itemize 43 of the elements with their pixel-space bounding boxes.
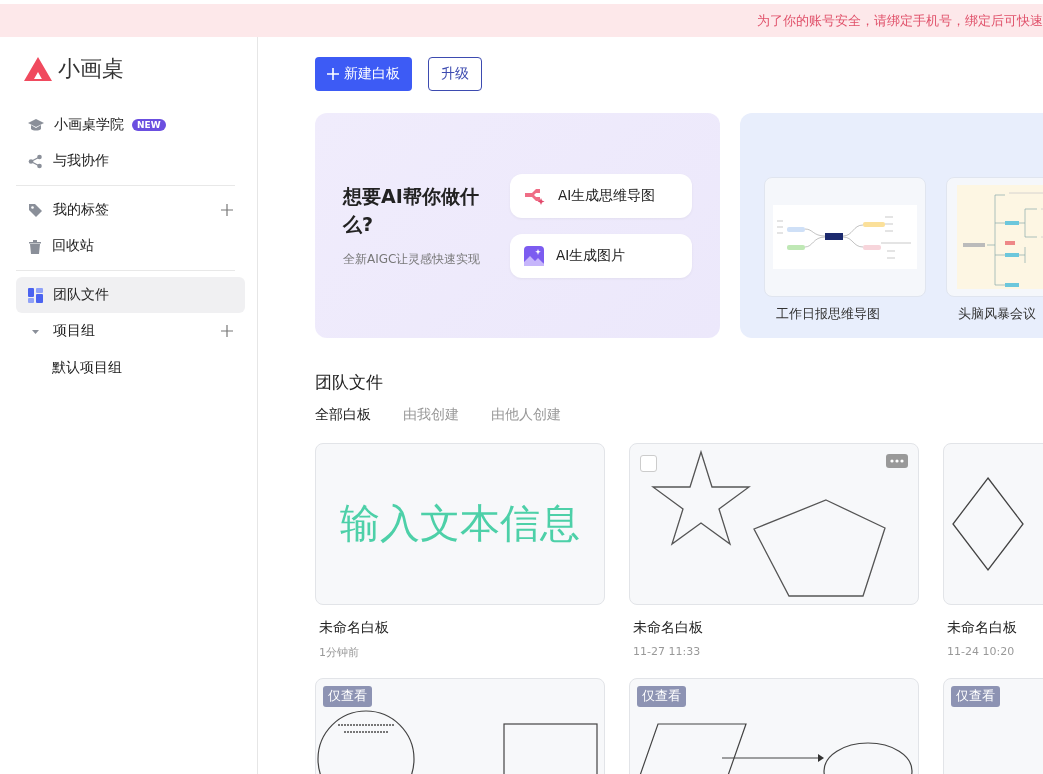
plus-icon (327, 68, 339, 80)
graduation-cap-icon (28, 118, 44, 132)
select-checkbox[interactable] (640, 455, 657, 472)
sidebar-item[interactable]: 默认项目组 (16, 349, 245, 387)
template-label: 头脑风暴会议 (957, 305, 1036, 323)
view-only-badge: 仅查看 (637, 686, 686, 707)
section-title: 团队文件 (315, 371, 384, 394)
board-title: 未命名白板 (319, 619, 390, 637)
image-sparkle-icon (524, 245, 544, 266)
plus-icon[interactable] (221, 325, 233, 337)
ai-card-title: 想要AI帮你做什么? (343, 184, 480, 237)
more-icon[interactable] (886, 454, 908, 468)
sidebar-item[interactable]: 项目组 (16, 313, 245, 349)
sidebar-item[interactable]: 团队文件 (16, 277, 245, 313)
share-icon (28, 153, 43, 169)
board-time: 11-24 10:20 (947, 645, 1016, 658)
view-only-badge: 仅查看 (323, 686, 372, 707)
sidebar-item[interactable]: 小画桌学院 NEW (16, 107, 245, 143)
upgrade-button[interactable]: 升级 (428, 57, 482, 91)
new-badge: NEW (132, 119, 166, 131)
sidebar-item[interactable]: 与我协作 (16, 143, 245, 179)
board-thumbnail[interactable] (629, 443, 919, 605)
template-label: 工作日报思维导图 (775, 305, 880, 323)
logo-icon (24, 57, 52, 81)
sidebar-item[interactable]: 回收站 (16, 228, 245, 264)
plus-icon[interactable] (221, 204, 233, 216)
board-time: 1分钟前 (319, 645, 360, 660)
board-title: 未命名白板 (947, 619, 1018, 637)
preview-text: 输入文本信息 (339, 499, 581, 548)
filter-tab[interactable]: 全部白板 (315, 406, 371, 424)
board-title: 未命名白板 (633, 619, 704, 637)
view-only-badge: 仅查看 (951, 686, 1000, 707)
app-name: 小画桌 (58, 55, 124, 83)
sidebar-item[interactable]: 我的标签 (16, 192, 245, 228)
ai-action-button[interactable]: AI生成图片 (510, 233, 692, 278)
ai-action-button[interactable]: AI生成思维导图 (510, 173, 692, 218)
ai-card-subtitle: 全新AIGC让灵感快速实现 (343, 250, 482, 268)
grid-icon (28, 287, 43, 303)
board-time: 11-27 11:33 (633, 645, 702, 658)
trash-icon (28, 238, 42, 254)
new-board-button[interactable]: 新建白板 (315, 57, 412, 91)
tag-icon (28, 202, 43, 218)
notice-text: 为了你的账号安全，请绑定手机号，绑定后可快速 (757, 11, 1043, 30)
